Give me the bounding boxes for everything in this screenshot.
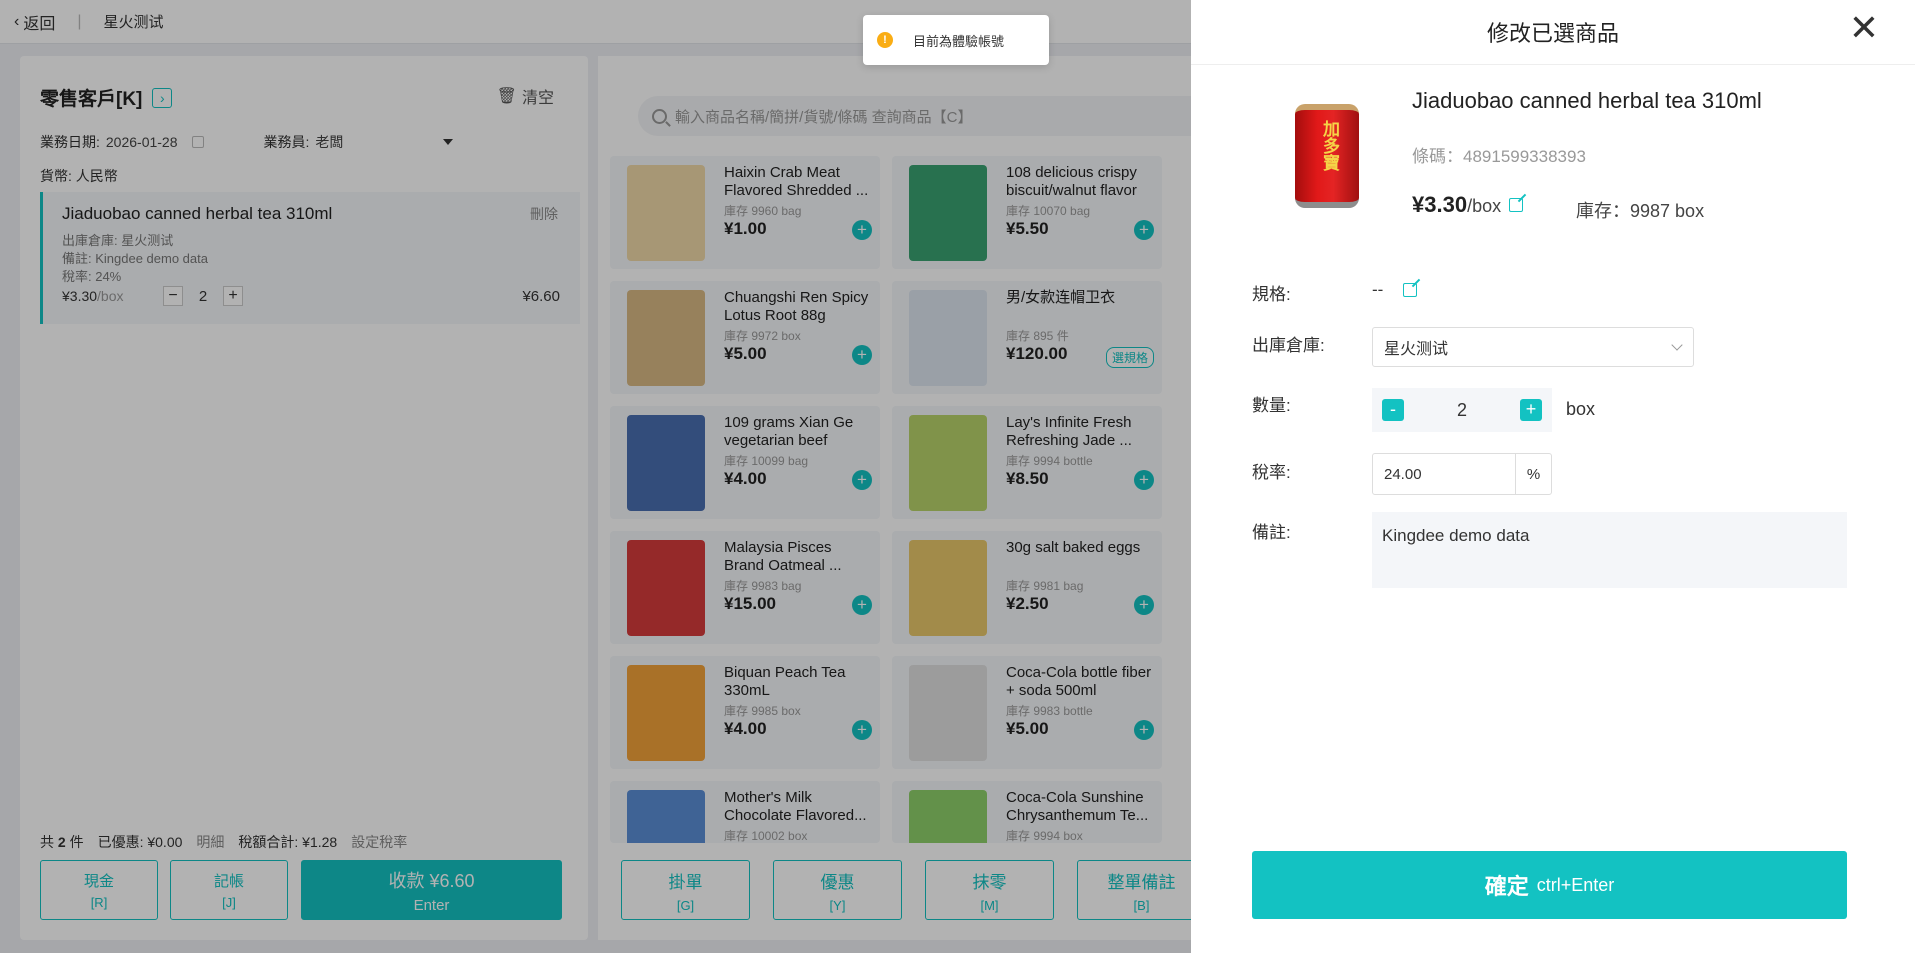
remark-textarea[interactable]: Kingdee demo data bbox=[1372, 512, 1847, 588]
spec-field: -- bbox=[1372, 280, 1418, 300]
confirm-shortcut: ctrl+Enter bbox=[1536, 874, 1615, 895]
increment-button[interactable]: + bbox=[1519, 399, 1542, 421]
tax-label: 稅率: bbox=[1252, 463, 1291, 482]
remark-label: 備註: bbox=[1252, 523, 1291, 542]
toast-message: ! 目前為體驗帳號 bbox=[863, 15, 1049, 65]
percent-suffix: % bbox=[1515, 454, 1551, 494]
confirm-button[interactable]: 確定 ctrl+Enter bbox=[1252, 851, 1847, 919]
product-image-text: 加多寶 bbox=[1320, 120, 1339, 171]
decrement-button[interactable]: - bbox=[1382, 399, 1404, 421]
warehouse-label: 出庫倉庫: bbox=[1252, 336, 1325, 355]
price-value: ¥3.30 bbox=[1412, 192, 1468, 217]
quantity-label: 數量: bbox=[1252, 396, 1291, 415]
product-barcode: 條碼：4891599338393 bbox=[1412, 147, 1586, 166]
warehouse-value: 星火测试 bbox=[1384, 341, 1449, 358]
quantity-stepper: - 2 + bbox=[1372, 388, 1552, 432]
price-unit: /box bbox=[1467, 196, 1502, 216]
quantity-unit: box bbox=[1566, 399, 1596, 419]
confirm-label: 確定 bbox=[1484, 874, 1529, 899]
product-stock: 庫存：9987 box bbox=[1576, 201, 1705, 221]
edit-spec-icon[interactable] bbox=[1403, 283, 1418, 297]
close-icon[interactable]: ✕ bbox=[1849, 10, 1879, 46]
product-image: 加多寶 bbox=[1295, 104, 1359, 208]
divider bbox=[1191, 64, 1915, 65]
spec-label: 規格: bbox=[1252, 285, 1291, 304]
product-name: Jiaduobao canned herbal tea 310ml bbox=[1412, 88, 1762, 113]
spec-value: -- bbox=[1372, 280, 1384, 299]
warning-icon: ! bbox=[877, 32, 893, 48]
quantity-input[interactable]: 2 bbox=[1457, 400, 1467, 421]
toast-text: 目前為體驗帳號 bbox=[913, 33, 1005, 49]
warehouse-select[interactable]: 星火测试 bbox=[1372, 327, 1694, 367]
edit-price-icon[interactable] bbox=[1509, 198, 1524, 212]
edit-product-drawer: 修改已選商品 ✕ 加多寶 Jiaduobao canned herbal tea… bbox=[1191, 0, 1915, 953]
chevron-down-icon bbox=[1671, 339, 1683, 351]
product-price: ¥3.30 /box bbox=[1412, 192, 1524, 218]
tax-input[interactable]: 24.00 bbox=[1373, 454, 1515, 494]
tax-field: 24.00 % bbox=[1372, 453, 1552, 495]
drawer-title: 修改已選商品 bbox=[1486, 21, 1619, 46]
